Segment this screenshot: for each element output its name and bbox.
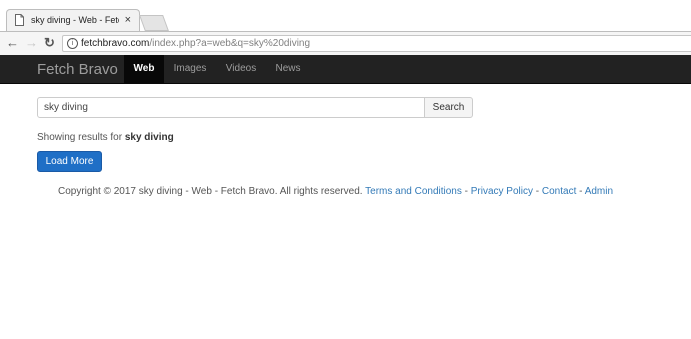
footer-separator: - bbox=[533, 186, 542, 197]
load-more-button[interactable]: Load More bbox=[37, 151, 102, 172]
nav-item-videos[interactable]: Videos bbox=[218, 55, 264, 83]
terms-link[interactable]: Terms and Conditions bbox=[365, 186, 462, 197]
footer-separator: - bbox=[461, 186, 471, 197]
nav-item-news[interactable]: News bbox=[266, 55, 310, 83]
contact-link[interactable]: Contact bbox=[542, 186, 576, 197]
document-icon bbox=[15, 14, 24, 26]
tab-title: sky diving - Web - Fetch bbox=[31, 15, 119, 25]
back-arrow-icon[interactable]: ← bbox=[6, 35, 19, 51]
footer-separator: - bbox=[576, 186, 585, 197]
results-summary-prefix: Showing results for bbox=[37, 132, 125, 143]
search-button[interactable]: Search bbox=[424, 97, 473, 118]
results-query: sky diving bbox=[124, 132, 174, 143]
nav-item-images[interactable]: Images bbox=[165, 55, 215, 83]
forward-arrow-icon[interactable]: → bbox=[25, 35, 38, 51]
results-summary: Showing results for sky diving bbox=[37, 132, 174, 143]
url-text[interactable]: fetchbravo.com/index.php?a=web&q=sky%20d… bbox=[81, 38, 310, 49]
tab-close-icon[interactable]: × bbox=[125, 13, 131, 27]
search-input[interactable] bbox=[37, 97, 425, 118]
info-icon[interactable]: i bbox=[67, 38, 78, 49]
reload-icon[interactable]: ↻ bbox=[44, 35, 55, 51]
address-bar[interactable]: i fetchbravo.com/index.php?a=web&q=sky%2… bbox=[62, 35, 691, 52]
brand-logo[interactable]: Fetch Bravo bbox=[37, 61, 118, 78]
footer: Copyright © 2017 sky diving - Web - Fetc… bbox=[58, 186, 613, 197]
url-host: fetchbravo.com bbox=[81, 38, 150, 49]
footer-copyright: Copyright © 2017 sky diving - Web - Fetc… bbox=[58, 186, 366, 197]
browser-toolbar: ← → ↻ i fetchbravo.com/index.php?a=web&q… bbox=[0, 31, 691, 55]
nav-item-web[interactable]: Web bbox=[124, 55, 164, 83]
url-path: /index.php?a=web&q=sky%20diving bbox=[149, 38, 311, 49]
admin-link[interactable]: Admin bbox=[585, 186, 613, 197]
privacy-policy-link[interactable]: Privacy Policy bbox=[471, 186, 533, 197]
new-tab-button[interactable] bbox=[139, 15, 169, 31]
browser-tab-bar: sky diving - Web - Fetch × bbox=[0, 0, 691, 31]
site-navbar: Fetch Bravo Web Images Videos News bbox=[0, 55, 691, 84]
browser-tab[interactable]: sky diving - Web - Fetch × bbox=[6, 9, 140, 31]
